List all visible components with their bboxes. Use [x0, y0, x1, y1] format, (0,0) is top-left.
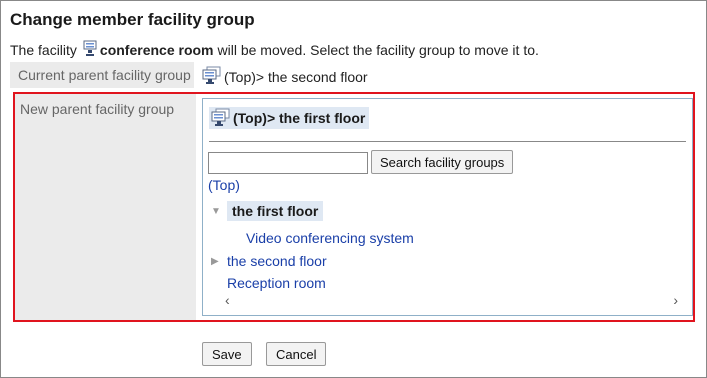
intro-text: The facility conference room will be mov… — [10, 40, 539, 59]
tree-item-label[interactable]: Reception room — [227, 275, 326, 291]
tree-item-reception-room[interactable]: Reception room — [227, 275, 326, 291]
current-parent-value: (Top)> the second floor — [202, 66, 368, 87]
tree-node-label[interactable]: the first floor — [227, 201, 324, 221]
triangle-down-icon[interactable]: ▼ — [211, 206, 223, 217]
facility-name: conference room — [99, 41, 214, 58]
search-input[interactable] — [208, 152, 368, 174]
current-parent-row: Current parent facility group (Top)> the… — [10, 62, 700, 88]
selected-path: (Top)> the first floor — [209, 107, 370, 129]
facility-group-icon — [202, 66, 222, 87]
tree-node-first-floor[interactable]: ▼ the first floor — [211, 201, 324, 221]
intro-prefix: The facility — [10, 41, 77, 58]
tree-node-label[interactable]: the second floor — [227, 253, 327, 269]
tree-top-link[interactable]: (Top) — [208, 177, 240, 193]
current-parent-label: Current parent facility group — [10, 62, 194, 88]
tree-item-label[interactable]: Video conferencing system — [246, 230, 414, 246]
new-parent-label: New parent facility group — [15, 94, 196, 320]
current-parent-path: (Top)> the second floor — [224, 68, 368, 85]
horizontal-scrollbar[interactable]: ‹ › — [221, 292, 678, 308]
scroll-left-icon[interactable]: ‹ — [225, 292, 230, 308]
tree-node-second-floor[interactable]: ▶ the second floor — [211, 253, 327, 269]
page-title: Change member facility group — [10, 10, 255, 29]
triangle-right-icon[interactable]: ▶ — [211, 256, 223, 267]
scroll-right-icon[interactable]: › — [673, 292, 678, 308]
facility-group-picker: (Top)> the first floor Search facility g… — [202, 98, 693, 316]
intro-suffix: will be moved. Select the facility group… — [217, 41, 539, 58]
facility-group-icon — [211, 108, 231, 129]
save-button[interactable]: Save — [202, 342, 252, 366]
facility-icon — [83, 40, 97, 59]
search-facility-groups-button[interactable]: Search facility groups — [371, 150, 514, 174]
tree-item-video-conferencing[interactable]: Video conferencing system — [246, 230, 414, 246]
selected-path-text: (Top)> the first floor — [233, 110, 366, 126]
new-parent-row: New parent facility group (Top)> the fir… — [13, 92, 695, 322]
divider — [209, 141, 686, 142]
dialog-frame: Change member facility group The facilit… — [0, 0, 707, 378]
cancel-button[interactable]: Cancel — [266, 342, 327, 366]
